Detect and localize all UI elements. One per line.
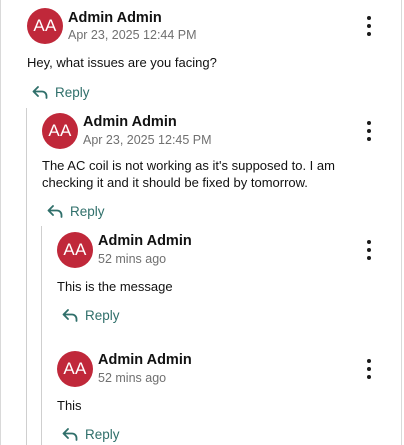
comment-thread-panel: AA Admin Admin Apr 23, 2025 12:44 PM Hey… [0,0,402,445]
reply-button[interactable]: Reply [62,427,120,442]
comment-timestamp: 52 mins ago [98,371,167,385]
more-vertical-icon[interactable] [362,359,376,379]
comment-body: This [57,398,82,413]
reply-label: Reply [85,427,120,442]
reply-arrow-icon [62,428,78,441]
avatar: AA [57,351,93,387]
comment-author: Admin Admin [98,352,192,368]
comment-item: AA Admin Admin 52 mins ago This Reply [1,0,403,445]
